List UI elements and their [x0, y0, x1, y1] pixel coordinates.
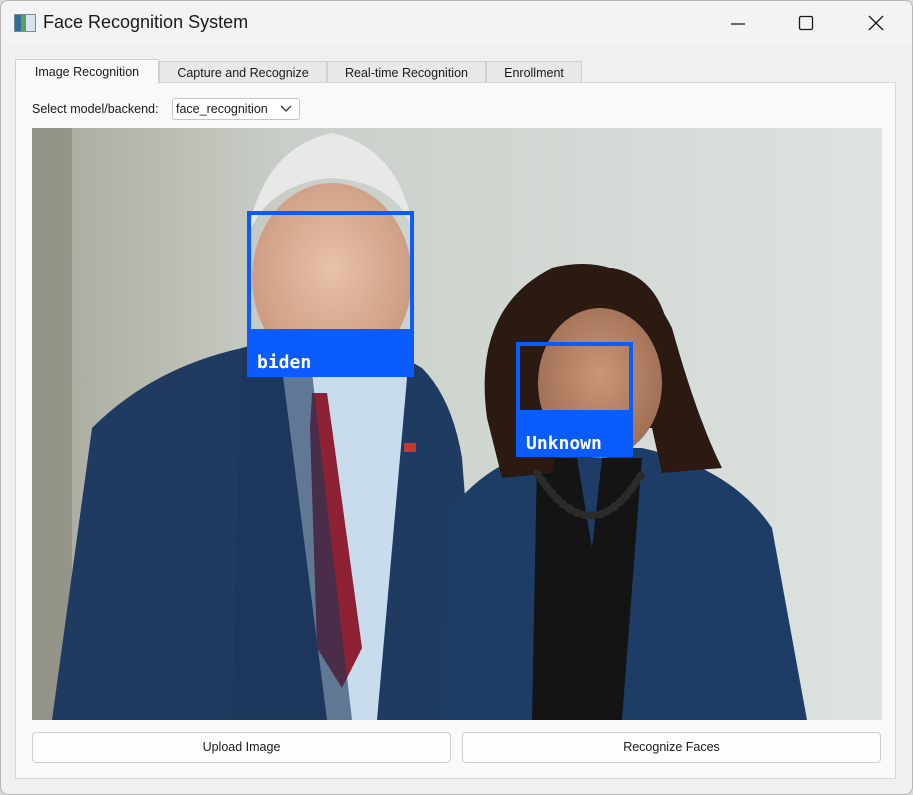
close-button[interactable] [853, 1, 899, 46]
upload-image-button[interactable]: Upload Image [32, 732, 451, 763]
close-icon [868, 15, 884, 31]
model-select-value: face_recognition [176, 102, 268, 116]
chevron-down-icon [280, 105, 292, 112]
recognize-faces-button[interactable]: Recognize Faces [462, 732, 881, 763]
recognized-photo: biden Unknown [32, 128, 882, 720]
tab-bar: Image Recognition Capture and Recognize … [15, 59, 895, 84]
model-select-dropdown[interactable]: face_recognition [172, 98, 300, 120]
face-label-2: Unknown [526, 433, 602, 454]
app-icon [14, 14, 36, 32]
face-label-1: biden [257, 352, 311, 373]
minimize-icon [731, 23, 745, 25]
title-bar[interactable]: Face Recognition System [1, 1, 912, 46]
tab-capture-and-recognize[interactable]: Capture and Recognize [159, 61, 327, 83]
image-recognition-panel: Select model/backend: face_recognition b… [15, 82, 896, 779]
maximize-button[interactable] [783, 1, 829, 46]
model-select-label: Select model/backend: [32, 102, 159, 116]
maximize-icon [798, 15, 814, 31]
app-window: Face Recognition System Image Recognitio… [0, 0, 913, 795]
image-display: biden Unknown [32, 128, 882, 720]
window-title: Face Recognition System [43, 12, 249, 32]
minimize-button[interactable] [715, 1, 761, 46]
tab-image-recognition[interactable]: Image Recognition [15, 59, 159, 84]
tab-enrollment[interactable]: Enrollment [486, 61, 582, 83]
tab-real-time-recognition[interactable]: Real-time Recognition [327, 61, 486, 83]
